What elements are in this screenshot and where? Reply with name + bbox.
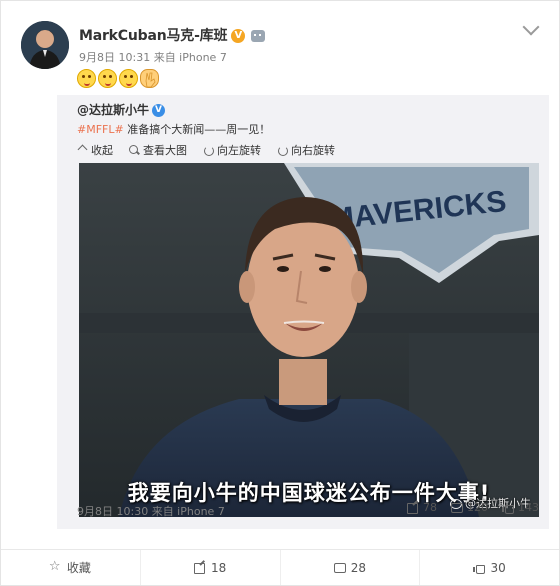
original-author-name[interactable]: @达拉斯小牛: [77, 103, 149, 117]
like-count: 30: [490, 560, 506, 575]
thumbs-up-icon: [473, 562, 486, 574]
post-author[interactable]: MarkCuban马克-库班 V: [79, 25, 266, 45]
post-meta[interactable]: 9月8日 10:31 来自 iPhone 7: [79, 49, 227, 65]
star-icon: [49, 559, 61, 574]
rotate-right-icon: [277, 145, 288, 156]
avatar[interactable]: [21, 21, 69, 69]
thumbs-up-icon: [502, 502, 514, 514]
video-still: MAVERICKS: [79, 163, 539, 517]
original-share-count: 78: [423, 501, 437, 514]
weibo-post: MarkCuban马克-库班 V 9月8日 10:31 来自 iPhone 7 @…: [0, 0, 560, 586]
original-text-body: 准备搞个大新闻——周一见！: [123, 123, 271, 136]
view-large-button[interactable]: 查看大图: [129, 142, 187, 158]
rotate-left-button[interactable]: 向左旋转: [203, 142, 261, 158]
collapse-icon: [77, 145, 88, 156]
robot-icon: [251, 30, 266, 42]
comment-icon: [451, 502, 463, 513]
favorite-label: 收藏: [66, 561, 91, 575]
post-action-bar: 收藏 18 28 30: [1, 549, 559, 585]
collapse-button[interactable]: 收起: [77, 142, 113, 158]
media-actions: 收起 查看大图 向左旋转 向右旋转: [77, 142, 335, 158]
author-name[interactable]: MarkCuban马克-库班: [79, 28, 227, 44]
original-like-count: 143: [518, 501, 539, 514]
verified-gold-icon: V: [231, 29, 246, 43]
zoom-icon: [129, 144, 140, 156]
reposted-content: @达拉斯小牛 V #MFFL# 准备搞个大新闻——周一见！ 收起 查看大图 向左旋…: [57, 95, 549, 529]
original-meta[interactable]: 9月8日 10:30 来自 iPhone 7: [77, 503, 225, 519]
victory-hand-emoji-icon: [140, 69, 159, 88]
favorite-button[interactable]: 收藏: [1, 550, 141, 585]
video-frame[interactable]: MAVERICKS 我要向小牛的中国球迷公布一件大事! @达拉斯小牛: [79, 163, 539, 517]
share-icon: [407, 502, 418, 514]
comment-count: 28: [350, 560, 367, 575]
like-button[interactable]: 30: [420, 550, 559, 585]
rotate-left-label: 向左旋转: [217, 144, 261, 157]
original-comment-button[interactable]: 120: [451, 501, 488, 514]
original-comment-count: 120: [467, 501, 488, 514]
hand-over-mouth-emoji-icon: [119, 69, 138, 88]
original-like-button[interactable]: 143: [502, 501, 539, 514]
original-share-button[interactable]: 78: [407, 501, 437, 514]
comment-icon: [333, 562, 346, 573]
share-count: 18: [210, 560, 227, 575]
view-large-label: 查看大图: [143, 144, 187, 157]
flushed-emoji-icon: [98, 69, 117, 88]
rotate-right-label: 向右旋转: [291, 144, 335, 157]
original-stats: 78 120 143: [407, 501, 539, 514]
victory-hand-shape: [145, 72, 156, 88]
original-text: #MFFL# 准备搞个大新闻——周一见！: [77, 121, 270, 137]
chevron-down-icon[interactable]: [522, 18, 540, 36]
comment-button[interactable]: 28: [281, 550, 421, 585]
collapse-label: 收起: [91, 144, 113, 157]
blush-emoji-icon: [77, 69, 96, 88]
avatar-image: [21, 21, 69, 69]
post-text-emojis: [77, 69, 159, 88]
hashtag-link[interactable]: #MFFL#: [77, 123, 124, 136]
share-button[interactable]: 18: [141, 550, 281, 585]
rotate-right-button[interactable]: 向右旋转: [277, 142, 335, 158]
share-icon: [193, 562, 205, 574]
original-author[interactable]: @达拉斯小牛 V: [77, 101, 166, 118]
verified-blue-icon: V: [152, 104, 166, 117]
rotate-left-icon: [203, 145, 214, 156]
